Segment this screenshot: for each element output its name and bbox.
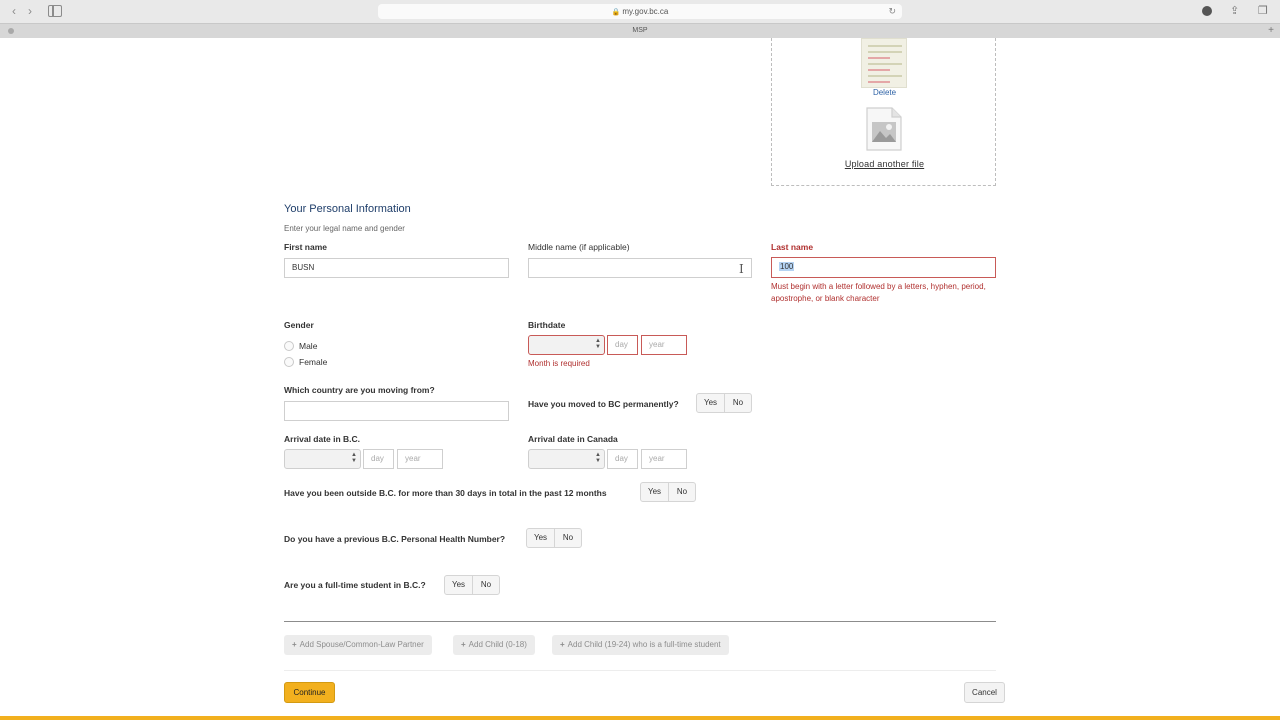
phn-no-button[interactable]: No (554, 529, 581, 547)
phn-yes-button[interactable]: Yes (527, 529, 554, 547)
add-spouse-button[interactable]: + Add Spouse/Common-Law Partner (284, 635, 432, 655)
birthdate-label: Birthdate (528, 320, 566, 330)
student-label: Are you a full-time student in B.C.? (284, 580, 426, 590)
address-bar[interactable]: 🔒 my.gov.bc.ca ↻ (378, 4, 902, 19)
select-arrows-icon: ▲ ▼ (595, 338, 601, 350)
plus-icon: + (461, 640, 466, 649)
arrival-bc-label: Arrival date in B.C. (284, 434, 361, 444)
plus-icon: + (560, 640, 565, 649)
moved-permanently-toggle: Yes No (696, 393, 752, 413)
arrival-canada-label: Arrival date in Canada (528, 434, 618, 444)
gender-male-radio[interactable] (284, 341, 294, 351)
country-field[interactable] (284, 401, 509, 421)
delete-link[interactable]: Delete (772, 88, 997, 97)
moved-permanently-yes-button[interactable]: Yes (697, 394, 724, 412)
student-yes-button[interactable]: Yes (445, 576, 472, 594)
section-title: Your Personal Information (284, 203, 411, 215)
sidebar-icon[interactable] (48, 5, 62, 17)
gender-male-label[interactable]: Male (299, 341, 317, 351)
lock-icon: 🔒 (611, 9, 621, 16)
birthdate-year-field[interactable]: year (641, 335, 687, 355)
reload-icon[interactable]: ↻ (888, 4, 896, 19)
birthdate-month-select[interactable]: ▲ ▼ (528, 335, 605, 355)
forward-icon[interactable]: › (22, 4, 38, 18)
student-toggle: Yes No (444, 575, 500, 595)
gender-female-radio[interactable] (284, 357, 294, 367)
select-arrows-icon: ▲ ▼ (351, 452, 357, 464)
moved-permanently-label: Have you moved to BC permanently? (528, 399, 679, 409)
add-child-0-18-label: Add Child (0-18) (468, 640, 527, 649)
outside-bc-no-button[interactable]: No (668, 483, 695, 501)
text-cursor-icon: I (739, 262, 744, 276)
add-child-0-18-button[interactable]: + Add Child (0-18) (453, 635, 535, 655)
outside-bc-label: Have you been outside B.C. for more than… (284, 488, 607, 498)
select-arrows-icon: ▲ ▼ (595, 452, 601, 464)
pinned-tab-icon[interactable] (8, 28, 14, 34)
arrival-canada-day-field[interactable]: day (607, 449, 638, 469)
upload-box: Delete Upload another file (771, 38, 996, 186)
arrival-bc-month-select[interactable]: ▲ ▼ (284, 449, 361, 469)
tab-title[interactable]: MSP (632, 27, 647, 34)
arrival-canada-year-field[interactable]: year (641, 449, 687, 469)
share-icon[interactable]: ⇪ (1230, 4, 1239, 17)
arrival-bc-year-field[interactable]: year (397, 449, 443, 469)
student-no-button[interactable]: No (472, 576, 499, 594)
tab-bar: MSP + (0, 23, 1280, 38)
add-child-19-24-button[interactable]: + Add Child (19-24) who is a full-time st… (552, 635, 729, 655)
footer-divider (284, 670, 996, 671)
moved-permanently-no-button[interactable]: No (724, 394, 751, 412)
outside-bc-yes-button[interactable]: Yes (641, 483, 668, 501)
image-file-icon[interactable] (865, 107, 903, 151)
first-name-label: First name (284, 242, 327, 252)
country-label: Which country are you moving from? (284, 385, 435, 395)
gender-female-label[interactable]: Female (299, 357, 327, 367)
birthdate-error: Month is required (528, 359, 590, 368)
outside-bc-toggle: Yes No (640, 482, 696, 502)
last-name-value: 100 (779, 262, 795, 271)
first-name-field[interactable]: BUSN (284, 258, 509, 278)
birthdate-day-field[interactable]: day (607, 335, 638, 355)
bottom-accent-bar (0, 716, 1280, 720)
phn-toggle: Yes No (526, 528, 582, 548)
section-subtitle: Enter your legal name and gender (284, 224, 405, 233)
arrival-bc-day-field[interactable]: day (363, 449, 394, 469)
last-name-field[interactable]: 100 (771, 257, 996, 278)
last-name-label: Last name (771, 242, 814, 252)
browser-chrome: ‹ › 🔒 my.gov.bc.ca ↻ ⇪ ❐ MSP + (0, 0, 1280, 38)
download-icon[interactable] (1202, 6, 1212, 16)
plus-icon: + (292, 640, 297, 649)
last-name-error: Must begin with a letter followed by a l… (771, 282, 986, 303)
section-divider (284, 621, 996, 622)
tabs-icon[interactable]: ❐ (1258, 4, 1268, 17)
new-tab-icon[interactable]: + (1268, 24, 1274, 38)
middle-name-field[interactable] (528, 258, 752, 278)
cancel-button[interactable]: Cancel (964, 682, 1005, 703)
back-icon[interactable]: ‹ (6, 4, 22, 18)
gender-label: Gender (284, 320, 314, 330)
upload-another-file-link[interactable]: Upload another file (772, 159, 997, 169)
add-spouse-label: Add Spouse/Common-Law Partner (299, 640, 424, 649)
middle-name-label: Middle name (if applicable) (528, 242, 630, 252)
uploaded-document-thumbnail[interactable] (861, 38, 907, 88)
phn-label: Do you have a previous B.C. Personal Hea… (284, 534, 506, 544)
url-text: my.gov.bc.ca (622, 7, 669, 16)
arrival-canada-month-select[interactable]: ▲ ▼ (528, 449, 605, 469)
add-child-19-24-label: Add Child (19-24) who is a full-time stu… (567, 640, 721, 649)
continue-button[interactable]: Continue (284, 682, 335, 703)
